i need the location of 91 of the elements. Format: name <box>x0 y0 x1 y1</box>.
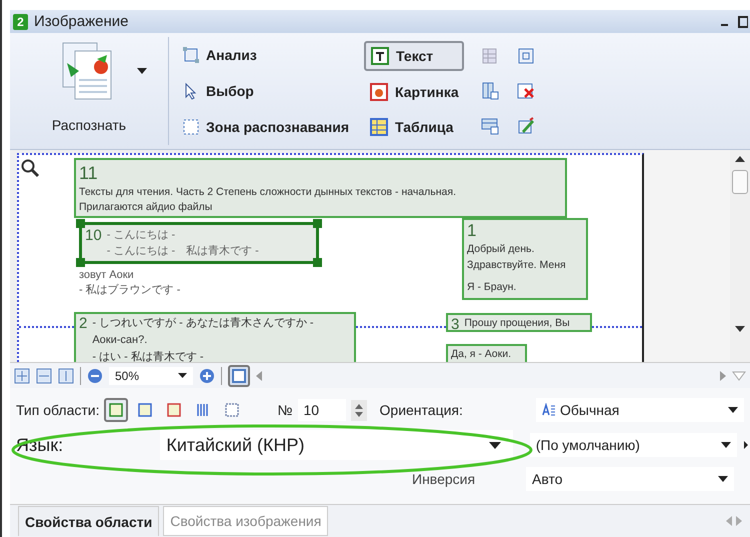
dotted-frame-icon <box>182 118 200 136</box>
picture-area-icon <box>369 82 390 102</box>
inversion-dropdown[interactable]: Авто <box>526 467 734 491</box>
inversion-label: Инверсия <box>412 471 476 487</box>
zoom-dropdown[interactable]: 50% <box>109 366 193 384</box>
resize-handle[interactable] <box>76 219 85 228</box>
fit-width-icon[interactable] <box>36 368 52 384</box>
more-arrow-icon[interactable] <box>744 441 748 449</box>
scroll-left-icon[interactable] <box>256 370 262 380</box>
down-arrow-icon[interactable] <box>354 412 363 416</box>
recognition-area[interactable]: 3 Прошу прощения, Вы <box>446 313 592 332</box>
number-label: № <box>277 402 293 418</box>
maximize-icon[interactable] <box>738 16 748 28</box>
number-spinner[interactable]: 10 <box>298 399 346 421</box>
fit-page-button[interactable] <box>228 364 250 386</box>
scroll-down-icon[interactable] <box>735 326 745 332</box>
area-type-label: Тип области: <box>16 402 100 418</box>
area-text: Аоки-сан?. <box>92 333 148 348</box>
area-text: Добрый день. <box>467 242 536 257</box>
page-icon <box>231 368 247 384</box>
dropdown-arrow-icon <box>718 476 728 482</box>
page-text-line: зовут Аоки <box>79 268 134 282</box>
dropdown-arrow-icon <box>728 407 738 413</box>
text-orientation-icon <box>542 403 556 417</box>
tool-button[interactable]: Зона распознавания <box>177 114 354 140</box>
scroll-right-icon[interactable] <box>720 370 726 380</box>
resize-handle[interactable] <box>76 258 85 267</box>
dropdown-arrow-icon <box>488 442 501 448</box>
area-text: Прошу прощения, Вы <box>464 316 570 331</box>
area-text: - しつれいですが - あなたは青木さんですか - <box>92 316 314 331</box>
scroll-thumb[interactable] <box>732 170 748 194</box>
collapse-icon[interactable] <box>732 370 746 380</box>
area-text: Прилагаются айдио файлы <box>79 200 214 215</box>
dropdown-arrow-icon <box>721 442 732 448</box>
area-type-toggle[interactable] <box>104 398 128 422</box>
recognition-area[interactable]: 11 Тексты для чтения. Часть 2 Степень сложности дынных текстов - начальная. Прилагаются айдио файлы <box>74 158 567 218</box>
frame-icon <box>182 46 200 64</box>
dropdown-arrow-icon[interactable] <box>137 68 147 74</box>
recognition-area[interactable]: 2 - しつれいですが - あなたは青木さんですか - Аоки-сан?. - はい - 私は青木です - <box>74 312 356 362</box>
area-number: 10 <box>85 227 102 246</box>
frame-icon[interactable] <box>516 46 536 66</box>
print-type-dropdown[interactable]: (По умолчанию) <box>530 433 738 457</box>
dropdown-arrow-icon <box>178 373 187 378</box>
zoom-out-icon[interactable] <box>87 368 103 384</box>
zoom-in-icon[interactable] <box>199 368 215 384</box>
area-number: 1 <box>467 221 478 241</box>
magnifier-icon[interactable] <box>20 158 40 178</box>
background-area-icon <box>224 402 240 418</box>
panel-tab[interactable]: Свойства изображения <box>163 506 328 536</box>
recognize-button[interactable]: Распознать <box>48 115 130 135</box>
recognition-area[interactable]: 10 - こんにちは - - こんにちは - 私は青木です - <box>79 222 319 264</box>
area-type-button[interactable]: Таблица <box>364 113 464 142</box>
add-row-icon[interactable] <box>480 116 500 136</box>
add-column-icon[interactable] <box>480 80 500 101</box>
area-text: - はい - 私は青木です - <box>92 350 205 362</box>
orientation-label: Ориентация: <box>380 402 463 418</box>
area-text: Я - Браун. <box>467 280 518 295</box>
table-area-icon <box>369 117 390 138</box>
panel-tab[interactable]: Свойства области <box>18 506 160 536</box>
scroll-up-icon[interactable] <box>735 156 745 162</box>
fit-icon[interactable] <box>14 368 30 384</box>
edit-icon[interactable] <box>516 116 536 136</box>
language-dropdown[interactable]: Китайский (КНР) <box>160 430 513 460</box>
tool-button[interactable]: Анализ <box>177 42 354 68</box>
text-area-icon <box>370 46 390 66</box>
recognition-area[interactable]: 1 Добрый день. Здравствуйте. Меня Я - Браун. <box>462 218 588 300</box>
area-text: - こんにちは - <box>106 228 176 243</box>
area-type-button[interactable]: Картинка <box>364 78 464 106</box>
recognition-area[interactable]: Да, я - Аоки. <box>446 344 527 362</box>
area-number: 3 <box>451 316 460 329</box>
area-text: - こんにちは - 私は青木です - <box>106 244 259 259</box>
picture-area-icon <box>137 402 154 418</box>
resize-handle[interactable] <box>313 258 322 267</box>
area-text: Здравствуйте. Меня <box>467 258 567 273</box>
area-type-button[interactable]: Текст <box>364 40 464 71</box>
page-text-line: - 私はブラウンです - <box>79 283 180 297</box>
text-area-icon <box>108 402 124 418</box>
up-arrow-icon[interactable] <box>354 404 363 408</box>
area-text: Да, я - Аоки. <box>451 347 512 362</box>
spinner-arrows[interactable] <box>350 400 367 420</box>
window-title: Изображение <box>34 13 128 30</box>
window-badge: 2 <box>13 14 28 30</box>
area-text: Тексты для чтения. Часть 2 Степень сложности дынных текстов - начальная. <box>79 185 458 200</box>
image-area-icon <box>166 402 182 418</box>
fit-height-icon[interactable] <box>58 368 74 384</box>
area-number: 11 <box>79 162 99 185</box>
area-number: 2 <box>79 315 88 334</box>
orientation-dropdown[interactable]: Обычная <box>536 398 744 422</box>
tool-button[interactable]: Выбор <box>177 78 354 104</box>
resize-handle[interactable] <box>313 219 322 228</box>
delete-icon[interactable] <box>516 80 536 101</box>
